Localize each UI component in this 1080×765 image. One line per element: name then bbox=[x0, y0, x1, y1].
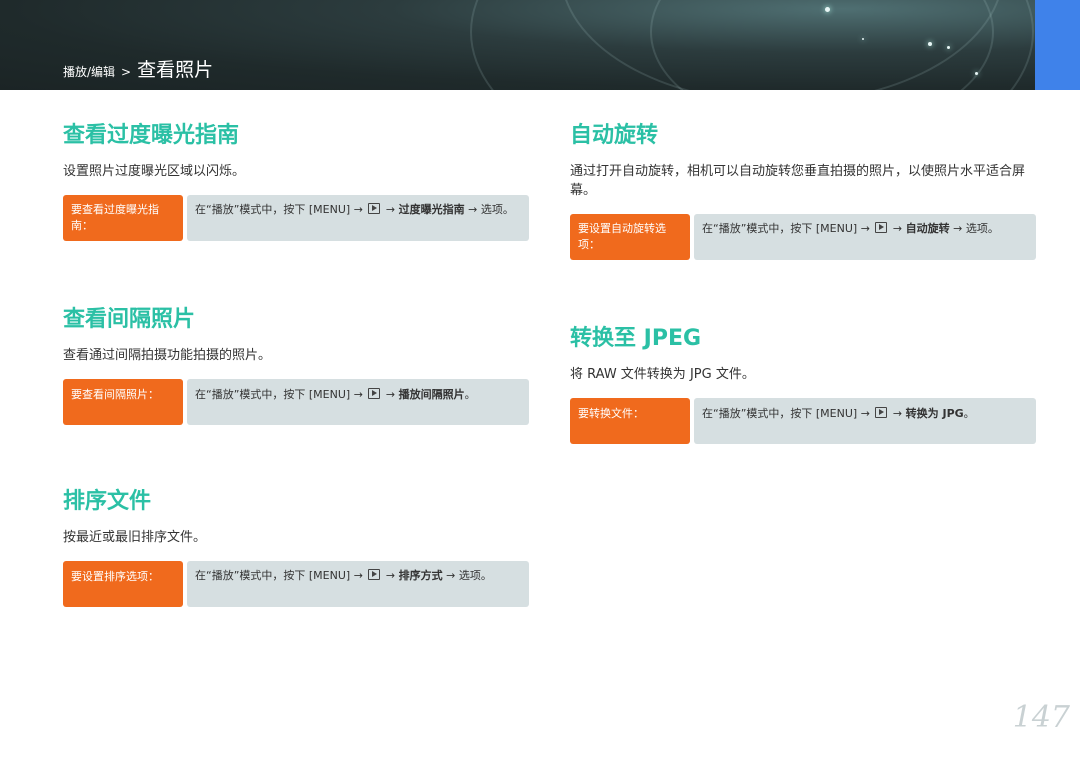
page-number: 147 bbox=[1012, 700, 1070, 735]
step-suffix: → 选项。 bbox=[446, 569, 492, 582]
playback-mode-icon bbox=[875, 222, 888, 233]
instruction-box: 要设置排序选项： 在“播放”模式中，按下 [MENU] → → 排序方式 → 选… bbox=[63, 561, 529, 607]
section-description: 设置照片过度曝光区域以闪烁。 bbox=[63, 164, 246, 179]
step-arrow: → bbox=[385, 569, 396, 582]
sparkle-icon bbox=[947, 46, 950, 49]
step-prefix: 在“播放”模式中，按下 [MENU] → bbox=[702, 407, 870, 420]
instruction-steps: 在“播放”模式中，按下 [MENU] → → 转换为 JPG。 bbox=[694, 398, 1036, 444]
section-sort-files: 排序文件 按最近或最旧排序文件。 要设置排序选项： 在“播放”模式中，按下 [M… bbox=[63, 488, 529, 607]
instruction-steps: 在“播放”模式中，按下 [MENU] → → 排序方式 → 选项。 bbox=[187, 561, 529, 607]
playback-mode-icon bbox=[368, 569, 381, 580]
section-description: 通过打开自动旋转，相机可以自动旋转您垂直拍摄的照片，以使照片水平适合屏幕。 bbox=[570, 164, 1026, 198]
sparkle-icon bbox=[928, 42, 932, 46]
section-title: 查看过度曝光指南 bbox=[63, 123, 240, 148]
step-suffix: 。 bbox=[963, 407, 975, 420]
header-banner: 播放/编辑 > 查看照片 bbox=[0, 0, 1080, 90]
step-menu-item: 转换为 JPG bbox=[905, 407, 964, 420]
step-arrow: → bbox=[892, 407, 903, 420]
instruction-label: 要转换文件： bbox=[570, 398, 690, 444]
instruction-label: 要查看间隔照片： bbox=[63, 379, 183, 425]
step-suffix: → 选项。 bbox=[468, 203, 514, 216]
instruction-box: 要转换文件： 在“播放”模式中，按下 [MENU] → → 转换为 JPG。 bbox=[570, 398, 1036, 444]
instruction-steps: 在“播放”模式中，按下 [MENU] → → 自动旋转 → 选项。 bbox=[694, 214, 1036, 260]
page-title: 查看照片 bbox=[137, 59, 214, 81]
instruction-label: 要设置排序选项： bbox=[63, 561, 183, 607]
step-menu-item: 播放间隔照片 bbox=[398, 388, 465, 401]
section-title: 排序文件 bbox=[63, 489, 152, 514]
section-description: 将 RAW 文件转换为 JPG 文件。 bbox=[570, 367, 755, 382]
step-menu-item: 自动旋转 bbox=[905, 222, 950, 235]
step-suffix: 。 bbox=[464, 388, 476, 401]
instruction-box: 要查看间隔照片： 在“播放”模式中，按下 [MENU] → → 播放间隔照片。 bbox=[63, 379, 529, 425]
step-arrow: → bbox=[892, 222, 903, 235]
playback-mode-icon bbox=[368, 203, 381, 214]
sparkle-icon bbox=[975, 72, 978, 75]
instruction-box: 要设置自动旋转选项： 在“播放”模式中，按下 [MENU] → → 自动旋转 →… bbox=[570, 214, 1036, 260]
playback-mode-icon bbox=[368, 388, 381, 399]
step-arrow: → bbox=[385, 388, 396, 401]
section-title: 自动旋转 bbox=[570, 123, 659, 148]
section-description: 按最近或最旧排序文件。 bbox=[63, 530, 207, 545]
section-title: 转换至 JPEG bbox=[570, 326, 702, 351]
section-title: 查看间隔照片 bbox=[63, 307, 196, 332]
step-arrow: → bbox=[385, 203, 396, 216]
section-auto-rotate: 自动旋转 通过打开自动旋转，相机可以自动旋转您垂直拍摄的照片，以使照片水平适合屏… bbox=[570, 122, 1036, 260]
section-overexposure-guide: 查看过度曝光指南 设置照片过度曝光区域以闪烁。 要查看过度曝光指南： 在“播放”… bbox=[63, 122, 529, 241]
breadcrumb-separator: > bbox=[121, 65, 132, 79]
instruction-box: 要查看过度曝光指南： 在“播放”模式中，按下 [MENU] → → 过度曝光指南… bbox=[63, 195, 529, 241]
step-menu-item: 排序方式 bbox=[398, 569, 443, 582]
breadcrumb-section: 播放/编辑 bbox=[63, 65, 116, 79]
section-description: 查看通过间隔拍摄功能拍摄的照片。 bbox=[63, 348, 272, 363]
section-interval-photos: 查看间隔照片 查看通过间隔拍摄功能拍摄的照片。 要查看间隔照片： 在“播放”模式… bbox=[63, 306, 529, 425]
sparkle-icon bbox=[862, 38, 864, 40]
sparkle-icon bbox=[825, 7, 830, 12]
step-prefix: 在“播放”模式中，按下 [MENU] → bbox=[195, 203, 363, 216]
decorative-arc bbox=[650, 0, 994, 90]
step-menu-item: 过度曝光指南 bbox=[398, 203, 465, 216]
step-prefix: 在“播放”模式中，按下 [MENU] → bbox=[702, 222, 870, 235]
playback-mode-icon bbox=[875, 407, 888, 418]
breadcrumb: 播放/编辑 > 查看照片 bbox=[63, 55, 213, 82]
step-prefix: 在“播放”模式中，按下 [MENU] → bbox=[195, 388, 363, 401]
instruction-steps: 在“播放”模式中，按下 [MENU] → → 过度曝光指南 → 选项。 bbox=[187, 195, 529, 241]
step-suffix: → 选项。 bbox=[953, 222, 999, 235]
header-accent-bar bbox=[1035, 0, 1080, 90]
instruction-steps: 在“播放”模式中，按下 [MENU] → → 播放间隔照片。 bbox=[187, 379, 529, 425]
section-convert-jpeg: 转换至 JPEG 将 RAW 文件转换为 JPG 文件。 要转换文件： 在“播放… bbox=[570, 325, 1036, 444]
instruction-label: 要设置自动旋转选项： bbox=[570, 214, 690, 260]
instruction-label: 要查看过度曝光指南： bbox=[63, 195, 183, 241]
step-prefix: 在“播放”模式中，按下 [MENU] → bbox=[195, 569, 363, 582]
